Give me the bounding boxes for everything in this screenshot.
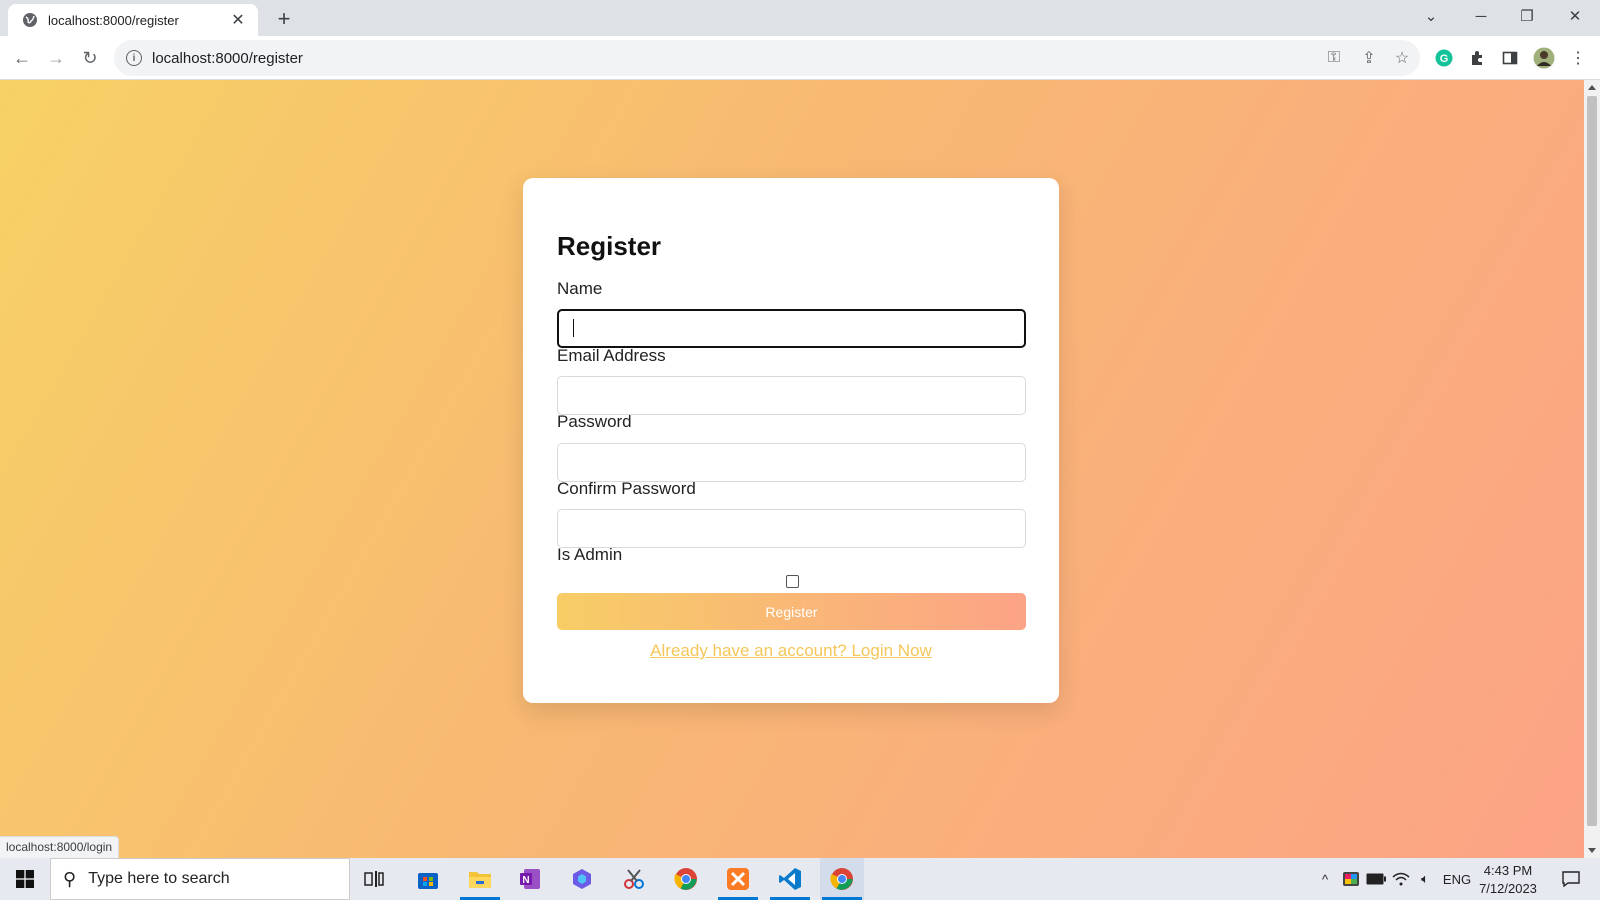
email-label: Email Address — [557, 346, 666, 365]
system-clock[interactable]: 4:43 PM 7/12/2023 — [1466, 862, 1550, 898]
address-url: localhost:8000/register — [152, 49, 303, 67]
windows-start-button[interactable] — [0, 858, 50, 900]
globe-icon — [23, 13, 37, 27]
close-tab-icon[interactable]: ✕ — [228, 10, 248, 30]
name-input[interactable] — [557, 309, 1026, 348]
windows-taskbar: ⚲ Type here to search N ^ 🔈︎ ENG 4:43 PM… — [0, 858, 1600, 900]
site-info-icon[interactable]: i — [126, 50, 142, 66]
browser-tab[interactable]: localhost:8000/register ✕ — [8, 4, 258, 36]
battery-icon[interactable] — [1364, 858, 1388, 900]
email-input[interactable] — [557, 376, 1026, 415]
profile-avatar[interactable] — [1532, 46, 1556, 70]
confirm-password-input[interactable] — [557, 509, 1026, 548]
side-panel-icon[interactable] — [1498, 46, 1522, 70]
tab-strip: localhost:8000/register ✕ + ⌄ ─ ❐ ✕ — [0, 0, 1600, 36]
reload-button[interactable]: ↻ — [76, 44, 104, 72]
windows-logo-icon — [16, 870, 34, 888]
address-bar[interactable]: i localhost:8000/register — [114, 40, 1420, 76]
is-admin-checkbox[interactable] — [786, 575, 799, 588]
taskbar-search[interactable]: ⚲ Type here to search — [50, 858, 350, 900]
onenote-icon[interactable]: N — [508, 858, 552, 900]
search-placeholder: Type here to search — [88, 870, 230, 887]
password-input[interactable] — [557, 443, 1026, 482]
chrome-active-icon[interactable] — [820, 858, 864, 900]
copilot-icon[interactable] — [560, 858, 604, 900]
minimize-button[interactable]: ─ — [1458, 0, 1504, 32]
chrome-icon[interactable] — [664, 858, 708, 900]
share-icon[interactable]: ⇪ — [1357, 46, 1381, 70]
svg-text:G: G — [1440, 53, 1449, 65]
confirm-password-label: Confirm Password — [557, 479, 696, 498]
tab-title: localhost:8000/register — [48, 12, 179, 28]
microsoft-store-icon[interactable] — [406, 858, 450, 900]
register-card: Register Name Email Address Password Con… — [523, 178, 1059, 703]
browser-toolbar: ← → ↻ i localhost:8000/register ⚿ ⇪ ☆ G … — [0, 36, 1600, 80]
browser-menu-icon[interactable]: ⋮ — [1566, 46, 1590, 70]
tab-search-icon[interactable]: ⌄ — [1408, 0, 1454, 32]
page-viewport: Register Name Email Address Password Con… — [0, 80, 1584, 858]
is-admin-label: Is Admin — [557, 545, 623, 564]
extensions-puzzle-icon[interactable] — [1465, 46, 1489, 70]
scroll-down-icon[interactable] — [1588, 848, 1596, 853]
scroll-up-icon[interactable] — [1588, 85, 1596, 90]
wifi-icon[interactable] — [1390, 858, 1412, 900]
new-tab-button[interactable]: + — [270, 6, 298, 34]
vscode-icon[interactable] — [768, 858, 812, 900]
name-label: Name — [557, 279, 603, 298]
page-scrollbar[interactable] — [1584, 80, 1600, 858]
back-button[interactable]: ← — [8, 44, 36, 72]
text-caret — [573, 319, 574, 337]
login-link[interactable]: Already have an account? Login Now — [523, 641, 1059, 661]
task-view-icon[interactable] — [352, 858, 396, 900]
volume-icon[interactable]: 🔈︎ — [1414, 858, 1436, 900]
form-title: Register — [557, 231, 662, 261]
show-hidden-icons-icon[interactable]: ^ — [1314, 858, 1336, 900]
key-icon[interactable]: ⚿ — [1322, 46, 1346, 70]
snipping-tool-icon[interactable] — [612, 858, 656, 900]
notifications-icon[interactable] — [1554, 858, 1588, 900]
color-app-tray-icon[interactable] — [1340, 858, 1362, 900]
forward-button[interactable]: → — [42, 44, 70, 72]
file-explorer-icon[interactable] — [458, 858, 502, 900]
grammarly-icon[interactable]: G — [1432, 46, 1456, 70]
xampp-icon[interactable] — [716, 858, 760, 900]
close-window-button[interactable]: ✕ — [1552, 0, 1598, 32]
svg-text:N: N — [522, 875, 529, 886]
password-label: Password — [557, 412, 632, 431]
register-button[interactable]: Register — [557, 593, 1026, 630]
bookmark-star-icon[interactable]: ☆ — [1390, 46, 1414, 70]
clock-time: 4:43 PM — [1483, 863, 1533, 878]
clock-date: 7/12/2023 — [1479, 881, 1537, 896]
search-icon: ⚲ — [63, 868, 77, 889]
restore-button[interactable]: ❐ — [1504, 0, 1550, 32]
link-status-bubble: localhost:8000/login — [0, 836, 120, 858]
scroll-thumb[interactable] — [1587, 96, 1597, 826]
